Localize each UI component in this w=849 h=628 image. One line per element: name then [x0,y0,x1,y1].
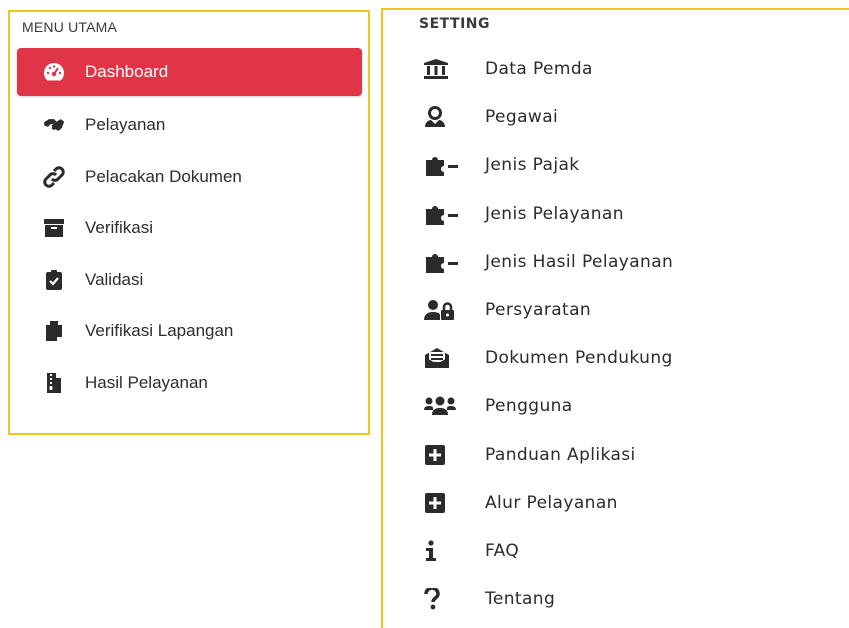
info-icon [424,540,466,562]
setting-item-label: Pegawai [485,107,559,128]
menu-item-label: Dashboard [85,62,169,81]
copy-icon [43,320,65,342]
link-icon [43,165,65,188]
setting-item-tentang[interactable]: Tentang [424,575,673,623]
setting-item-label: Jenis Pajak [485,155,580,176]
plus-square-icon [424,492,466,514]
menu-item-label: Verifikasi Lapangan [85,321,234,340]
plus-square-icon [424,444,466,466]
menu-item-label: Validasi [85,269,144,289]
puzzle-icon [424,251,466,273]
setting-item-label: Dokumen Pendukung [485,348,673,369]
menu-item-verifikasi[interactable]: Verifikasi [17,203,362,253]
landmark-icon [424,58,466,80]
divider [10,10,368,12]
menu-item-dashboard[interactable]: Dashboard [17,48,362,96]
menu-utama-title: MENU UTAMA [22,19,118,35]
archive-icon [43,217,65,239]
user-tie-icon [424,106,466,128]
menu-item-label: Pelacakan Dokumen [85,166,242,186]
setting-item-label: Jenis Pelayanan [485,203,624,224]
setting-item-data-pemda[interactable]: Data Pemda [424,45,673,93]
setting-item-label: Tentang [485,589,556,610]
setting-item-panduan-aplikasi[interactable]: Panduan Aplikasi [424,431,673,479]
setting-item-label: Jenis Hasil Pelayanan [485,251,674,272]
menu-item-label: Hasil Pelayanan [85,372,208,392]
handshake-icon [43,114,65,136]
puzzle-icon [424,203,466,225]
setting-menu: Data Pemda Pegawai Jenis Pajak Jenis Pel… [424,45,673,623]
setting-item-alur-pelayanan[interactable]: Alur Pelayanan [424,479,673,527]
clipboard-check-icon [43,269,65,291]
setting-title: SETTING [419,16,490,32]
menu-item-pelayanan[interactable]: Pelayanan [17,100,362,150]
puzzle-icon [424,154,466,177]
file-archive-icon [43,372,65,394]
setting-item-label: Panduan Aplikasi [485,444,636,465]
setting-item-dokumen-pendukung[interactable]: Dokumen Pendukung [424,334,673,382]
setting-item-label: Pengguna [485,396,573,417]
menu-item-label: Verifikasi [85,218,154,237]
user-lock-icon [424,299,466,321]
setting-item-label: Alur Pelayanan [485,492,618,513]
setting-item-label: Persyaratan [485,300,592,321]
users-icon [424,395,466,417]
envelope-open-text-icon [424,347,466,369]
menu-item-label: Pelayanan [85,115,166,134]
setting-item-faq[interactable]: FAQ [424,527,673,575]
tachometer-icon [43,61,65,83]
menu-item-pelacakan-dokumen[interactable]: Pelacakan Dokumen [17,152,362,202]
setting-item-pegawai[interactable]: Pegawai [424,93,673,141]
main-menu: Dashboard Pelayanan Pelacakan Dokumen Ve… [17,48,362,408]
setting-item-jenis-hasil-pelayanan[interactable]: Jenis Hasil Pelayanan [424,238,673,286]
menu-item-validasi[interactable]: Validasi [17,255,362,305]
setting-item-label: Data Pemda [485,59,593,80]
menu-item-verifikasi-lapangan[interactable]: Verifikasi Lapangan [17,306,362,356]
setting-item-label: FAQ [485,540,520,561]
setting-item-pengguna[interactable]: Pengguna [424,382,673,430]
question-icon [424,588,466,610]
setting-item-persyaratan[interactable]: Persyaratan [424,286,673,334]
setting-item-jenis-pajak[interactable]: Jenis Pajak [424,141,673,189]
setting-item-jenis-pelayanan[interactable]: Jenis Pelayanan [424,190,673,238]
menu-item-hasil-pelayanan[interactable]: Hasil Pelayanan [17,358,362,408]
